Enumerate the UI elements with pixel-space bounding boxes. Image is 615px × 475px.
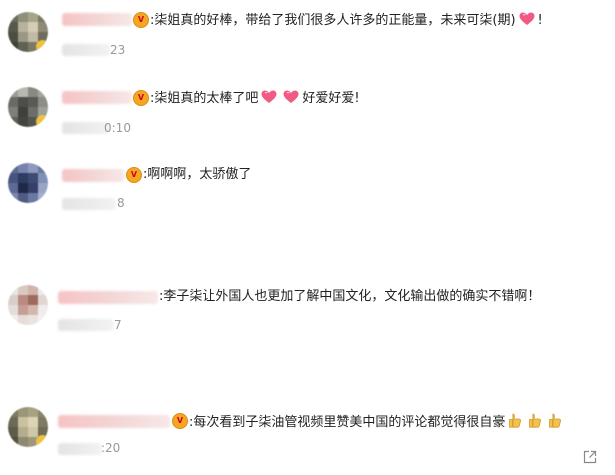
- timestamp-blur: [62, 198, 116, 210]
- comment-text: :每次看到子柒油管视频里赞美中国的评论都觉得很自豪: [189, 413, 565, 431]
- username[interactable]: [62, 91, 132, 104]
- verified-badge-icon: [36, 435, 48, 447]
- timestamp: 8: [117, 196, 125, 210]
- crown-badge-icon: V: [126, 167, 142, 183]
- timestamp: 7: [114, 318, 122, 332]
- timestamp-blur: [62, 122, 110, 134]
- pink-heart-icon: [261, 90, 277, 104]
- avatar[interactable]: [8, 163, 48, 203]
- username[interactable]: [58, 291, 158, 304]
- thumbs-up-icon: [548, 413, 562, 428]
- timestamp-blur: [58, 443, 102, 455]
- crown-badge-icon: V: [133, 12, 149, 28]
- avatar[interactable]: [8, 12, 48, 52]
- comment-text: :柒姐真的好棒，带给了我们很多人许多的正能量，未来可柒(期)!: [150, 12, 543, 28]
- comment-list: V :柒姐真的好棒，带给了我们很多人许多的正能量，未来可柒(期)! 23 V:…: [0, 0, 615, 475]
- timestamp-blur: [58, 319, 114, 331]
- comment-text: :啊啊啊，太骄傲了: [143, 167, 252, 182]
- share-icon[interactable]: [583, 449, 597, 464]
- crown-badge-icon: V: [133, 90, 149, 106]
- timestamp: :20: [101, 441, 121, 455]
- avatar[interactable]: [8, 407, 48, 447]
- username[interactable]: [62, 169, 124, 182]
- avatar[interactable]: [8, 285, 48, 325]
- verified-badge-icon: [36, 40, 48, 52]
- comment-text: :柒姐真的太棒了吧 好爱好爱!: [150, 90, 360, 106]
- timestamp: 0:10: [104, 121, 131, 135]
- timestamp-blur: [62, 44, 110, 56]
- verified-badge-icon: [36, 115, 48, 127]
- timestamp: 23: [110, 43, 126, 57]
- avatar[interactable]: [8, 87, 48, 127]
- pink-heart-icon: [283, 90, 299, 104]
- thumbs-up-icon: [528, 413, 542, 428]
- thumbs-up-icon: [508, 413, 522, 428]
- username[interactable]: [62, 13, 132, 26]
- pink-heart-icon: [519, 12, 535, 26]
- username[interactable]: [58, 415, 170, 428]
- comment-text: :李子柒让外国人也更加了解中国文化，文化输出做的确实不错啊！: [159, 289, 541, 304]
- crown-badge-icon: V: [172, 413, 188, 429]
